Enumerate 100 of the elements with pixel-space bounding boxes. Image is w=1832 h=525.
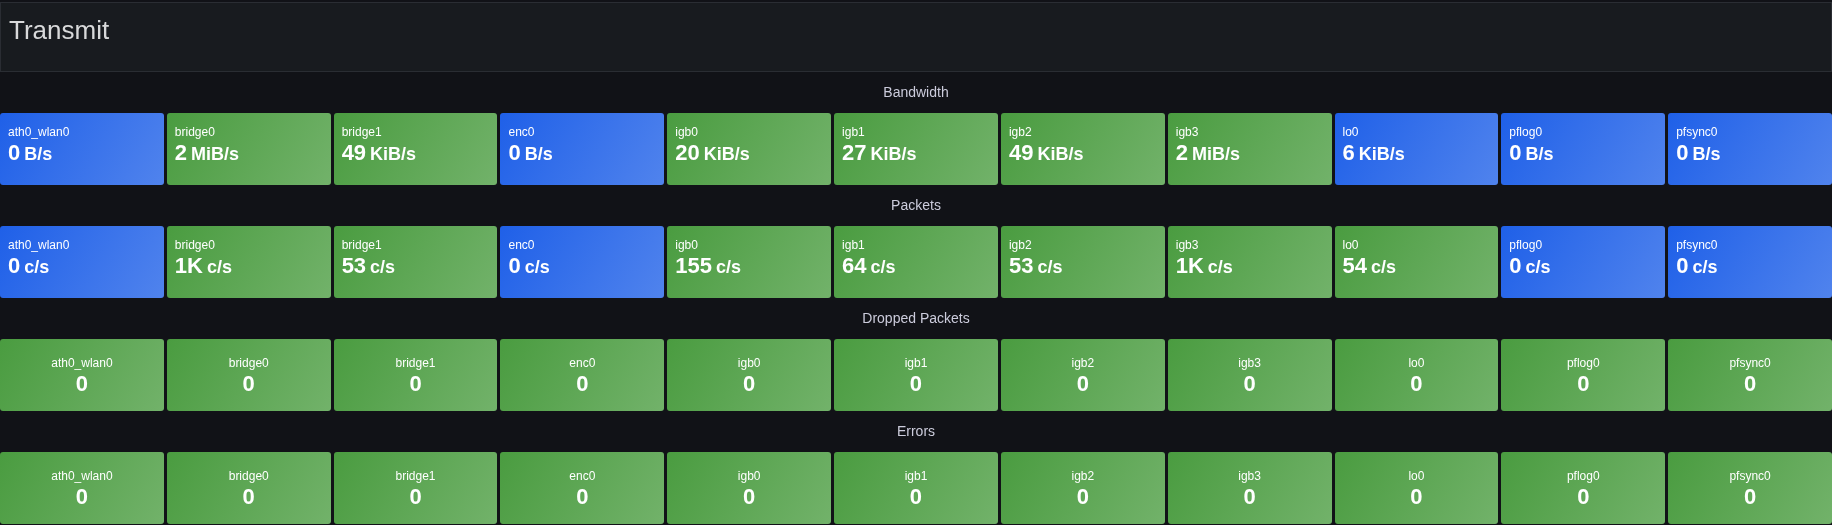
stat-value: 0 <box>1509 140 1522 166</box>
stat-label: lo0 <box>1408 355 1425 371</box>
stat-unit: c/s <box>870 256 896 279</box>
stat-label: igb1 <box>904 468 928 484</box>
stat-label: bridge0 <box>228 468 269 484</box>
stat-label: pflog0 <box>1509 238 1543 253</box>
stat-label: igb2 <box>1071 468 1095 484</box>
stat-value: 0 <box>576 370 589 397</box>
stat-value: 0 <box>1676 253 1689 279</box>
stat-value: 0 <box>409 370 422 397</box>
stat-label: pfsync0 <box>1729 468 1771 484</box>
stat-label: ath0_wlan0 <box>8 238 70 253</box>
stat-unit: c/s <box>206 256 232 279</box>
stat-label: igb3 <box>1175 238 1199 253</box>
stat-unit: KiB/s <box>1037 143 1084 166</box>
stat-value: 0 <box>409 483 422 510</box>
stat-value: 0 <box>242 370 255 397</box>
stat-value: 0 <box>1577 370 1590 397</box>
stat-unit: c/s <box>1207 256 1233 279</box>
stat-label: pfsync0 <box>1676 238 1718 253</box>
stat-value: 1K <box>1175 253 1204 279</box>
stat-label: lo0 <box>1408 468 1425 484</box>
stat-label: pfsync0 <box>1729 355 1771 371</box>
stat-value: 49 <box>1008 140 1034 166</box>
stat-label: enc0 <box>569 355 596 371</box>
stat-label: pflog0 <box>1566 355 1600 371</box>
stat-label: ath0_wlan0 <box>51 355 113 371</box>
stat-value: 0 <box>508 253 521 279</box>
stat-value: 0 <box>1243 370 1256 397</box>
stat-value: 6 <box>1342 140 1355 166</box>
stat-value: 27 <box>842 140 867 166</box>
stat-label: enc0 <box>508 238 535 253</box>
stat-value: 155 <box>675 253 712 279</box>
stat-unit: KiB/s <box>870 143 917 166</box>
stat-value: 64 <box>842 253 867 279</box>
stat-label: bridge0 <box>228 355 269 371</box>
stat-value: 0 <box>576 483 589 510</box>
stat-value: 0 <box>8 140 21 166</box>
stat-label: igb0 <box>737 468 761 484</box>
stat-label: igb1 <box>904 355 928 371</box>
stat-unit: MiB/s <box>191 143 240 166</box>
stat-unit: c/s <box>716 256 741 279</box>
stat-label: bridge1 <box>341 125 382 140</box>
stat-unit: B/s <box>24 143 53 166</box>
stat-unit: c/s <box>1037 256 1063 279</box>
stat-value: 0 <box>1577 483 1590 510</box>
section-title: Dropped Packets <box>862 309 970 328</box>
stat-unit: KiB/s <box>370 143 417 166</box>
stat-label: bridge1 <box>395 355 436 371</box>
stat-value: 0 <box>1509 253 1522 279</box>
stat-value: 0 <box>8 253 21 279</box>
stat-unit: c/s <box>370 256 396 279</box>
stat-unit: B/s <box>1525 143 1554 166</box>
stat-label: enc0 <box>508 125 535 140</box>
stat-label: ath0_wlan0 <box>8 125 70 140</box>
stat-value: 0 <box>75 483 89 510</box>
stat-unit: KiB/s <box>703 143 750 166</box>
stat-value: 53 <box>1008 253 1034 279</box>
stat-unit: c/s <box>24 256 50 279</box>
stat-label: igb1 <box>842 125 865 140</box>
stat-unit: KiB/s <box>1358 143 1405 166</box>
stat-label: pflog0 <box>1509 125 1543 140</box>
stat-value: 49 <box>341 140 367 166</box>
stat-value: 1K <box>174 253 203 279</box>
stat-label: igb0 <box>675 125 698 140</box>
stat-label: igb3 <box>1238 468 1261 484</box>
stat-label: pflog0 <box>1566 468 1600 484</box>
stat-value: 0 <box>1410 483 1423 510</box>
stat-label: igb2 <box>1008 238 1032 253</box>
stat-unit: c/s <box>1525 256 1551 279</box>
stat-unit: B/s <box>524 143 553 166</box>
stat-value: 0 <box>909 483 923 510</box>
stat-value: 0 <box>1410 370 1423 397</box>
stat-value: 0 <box>743 370 756 397</box>
stat-value: 0 <box>1076 483 1089 510</box>
stat-value: 0 <box>242 483 255 510</box>
stat-label: lo0 <box>1342 125 1359 140</box>
stat-value: 53 <box>341 253 367 279</box>
stat-unit: c/s <box>524 256 550 279</box>
stat-value: 2 <box>174 140 188 166</box>
stat-value: 0 <box>1743 370 1757 397</box>
stat-label: lo0 <box>1342 238 1359 253</box>
section-title: Bandwidth <box>883 83 949 102</box>
stat-value: 0 <box>1743 483 1757 510</box>
stat-label: pfsync0 <box>1676 125 1718 140</box>
stat-label: bridge0 <box>174 125 215 140</box>
stat-value: 0 <box>1676 140 1689 166</box>
stat-label: igb1 <box>842 238 865 253</box>
stat-label: bridge1 <box>341 238 382 253</box>
stat-label: igb3 <box>1175 125 1199 140</box>
stat-label: igb0 <box>675 238 698 253</box>
section-title: Packets <box>891 196 941 215</box>
stat-value: 0 <box>1243 483 1256 510</box>
stat-label: igb3 <box>1238 355 1261 371</box>
stat-value: 54 <box>1342 253 1367 279</box>
stat-unit: c/s <box>1692 256 1718 279</box>
stat-label: bridge0 <box>174 238 215 253</box>
stat-label: igb2 <box>1008 125 1032 140</box>
stat-value: 0 <box>909 370 923 397</box>
panel-title: Transmit <box>9 14 110 47</box>
